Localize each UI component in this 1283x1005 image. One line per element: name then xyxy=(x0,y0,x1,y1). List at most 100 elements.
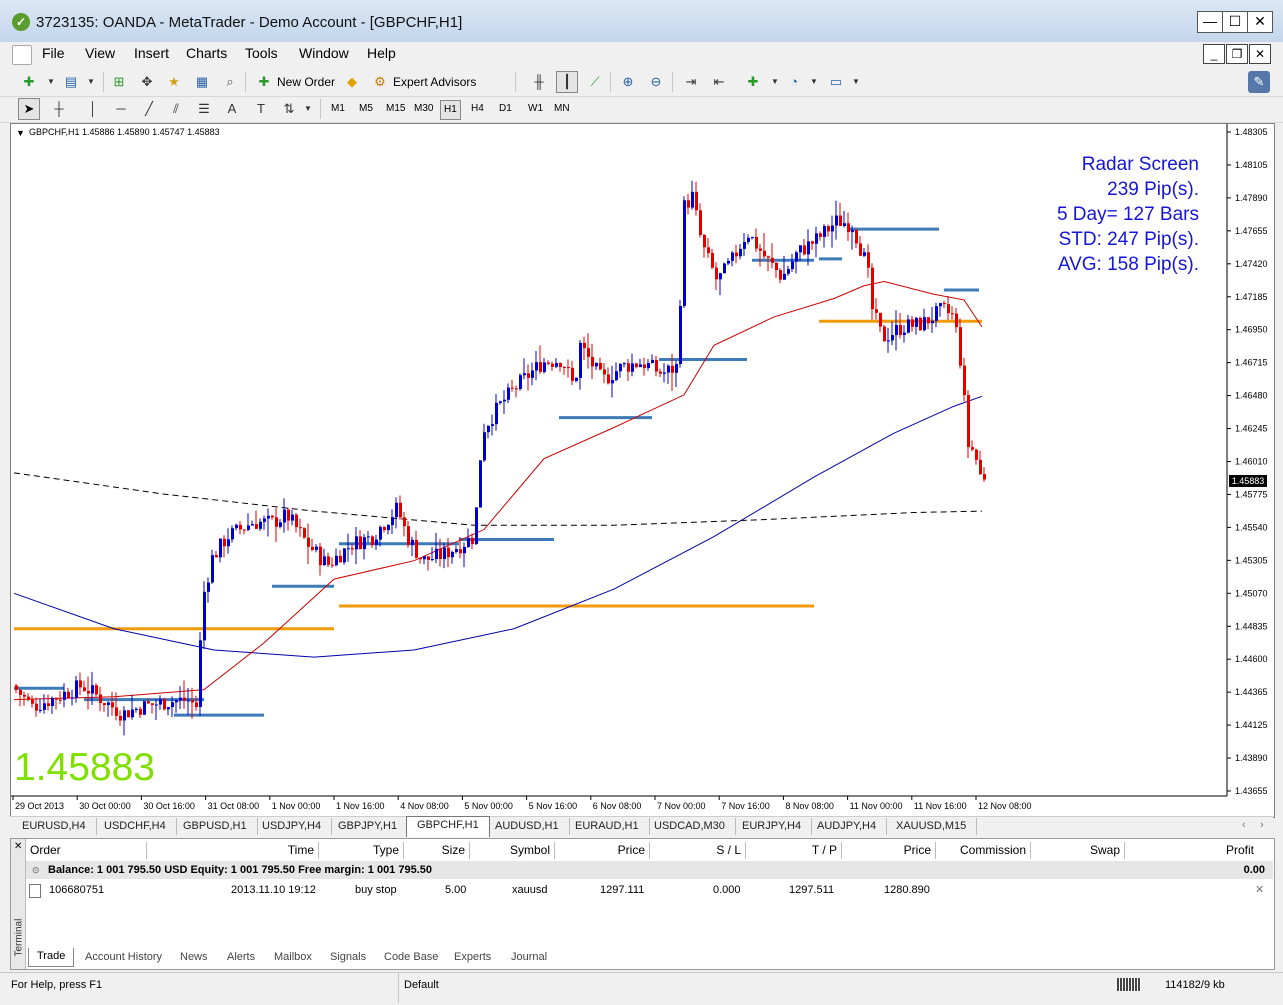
data-window-icon[interactable]: ✥ xyxy=(136,71,158,93)
chart-tab[interactable]: USDCAD,M30 xyxy=(644,818,736,835)
fibonacci-icon[interactable]: ☰ xyxy=(193,98,215,120)
expert-advisors-icon[interactable]: ⚙ xyxy=(369,71,391,93)
vertical-line-icon[interactable]: │ xyxy=(82,98,104,120)
profiles-icon[interactable]: ▤ xyxy=(60,71,82,93)
templates-icon[interactable]: ▭ xyxy=(825,71,847,93)
tab-scroll-left-icon[interactable]: ‹ xyxy=(1242,819,1246,831)
periods-clock-icon[interactable]: ◔ xyxy=(783,71,805,93)
chart-tab[interactable]: GBPJPY,H1 xyxy=(328,818,409,835)
timeframe-h4[interactable]: H4 xyxy=(468,100,487,118)
trendline-icon[interactable]: ╱ xyxy=(138,98,160,120)
column-size[interactable]: Size xyxy=(404,842,470,859)
dropdown-arrow-icon[interactable]: ▼ xyxy=(297,98,319,120)
terminal-tab-account-history[interactable]: Account History xyxy=(85,949,162,965)
column-symbol[interactable]: Symbol xyxy=(470,842,555,859)
equidistant-channel-icon[interactable]: ⫽ xyxy=(165,98,187,120)
timeframe-h1[interactable]: H1 xyxy=(440,100,461,120)
chart-window[interactable]: 1.48305 1.48105 1.47890 1.47655 1.47420 1.471… xyxy=(10,123,1275,818)
chart-tab[interactable]: AUDUSD,H1 xyxy=(485,818,570,835)
text-label-icon[interactable]: T xyxy=(250,98,272,120)
close-button[interactable]: ✕ xyxy=(1247,11,1273,33)
column-commission[interactable]: Commission xyxy=(936,842,1031,859)
menu-view[interactable]: View xyxy=(85,45,115,61)
menu-help[interactable]: Help xyxy=(367,45,396,61)
column-time[interactable]: Time xyxy=(147,842,319,859)
chart-tab[interactable]: USDJPY,H4 xyxy=(252,818,333,835)
terminal-tab-mailbox[interactable]: Mailbox xyxy=(274,949,312,965)
terminal-tab-code-base[interactable]: Code Base xyxy=(384,949,438,965)
horizontal-line-icon[interactable]: ─ xyxy=(110,98,132,120)
strategy-tester-icon[interactable]: ⌕ xyxy=(219,71,241,93)
metaeditor-icon[interactable]: ◆ xyxy=(341,71,363,93)
chart-tab-active[interactable]: GBPCHF,H1 xyxy=(406,816,490,837)
minimize-button[interactable]: — xyxy=(1197,11,1223,33)
balance-row[interactable]: ⊙ Balance: 1 001 795.50 USD Equity: 1 00… xyxy=(26,861,1273,879)
mdi-close-button[interactable]: ✕ xyxy=(1249,44,1271,64)
navigator-icon[interactable]: ★ xyxy=(163,71,185,93)
menu-window[interactable]: Window xyxy=(299,45,349,61)
dropdown-arrow-icon[interactable]: ▼ xyxy=(803,71,825,93)
terminal-tab-alerts[interactable]: Alerts xyxy=(227,949,255,965)
maximize-button[interactable]: ☐ xyxy=(1222,11,1248,33)
chart-tab[interactable]: XAUUSD,M15 xyxy=(886,818,978,835)
column-tp[interactable]: T / P xyxy=(746,842,842,859)
timeframe-m30[interactable]: M30 xyxy=(411,100,436,118)
column-swap[interactable]: Swap xyxy=(1031,842,1125,859)
text-icon[interactable]: A xyxy=(221,98,243,120)
terminal-tab-news[interactable]: News xyxy=(180,949,208,965)
chart-tab[interactable]: EURJPY,H4 xyxy=(732,818,813,835)
status-profile[interactable]: Default xyxy=(404,979,439,991)
chart-tab[interactable]: USDCHF,H4 xyxy=(94,818,177,835)
expert-advisors-button[interactable]: Expert Advisors xyxy=(393,75,476,89)
tab-scroll-right-icon[interactable]: › xyxy=(1260,819,1264,831)
terminal-tab-experts[interactable]: Experts xyxy=(454,949,491,965)
column-order[interactable]: Order xyxy=(26,842,147,859)
terminal-tab-signals[interactable]: Signals xyxy=(330,949,366,965)
timeframe-m1[interactable]: M1 xyxy=(328,100,348,118)
terminal-tab-trade[interactable]: Trade xyxy=(28,948,75,967)
dropdown-arrow-icon[interactable]: ▼ xyxy=(40,71,62,93)
timeframe-mn[interactable]: MN xyxy=(551,100,573,118)
auto-scroll-icon[interactable]: ⇥ xyxy=(680,71,702,93)
menu-charts[interactable]: Charts xyxy=(186,45,227,61)
zoom-in-icon[interactable]: ⊕ xyxy=(617,71,639,93)
dropdown-arrow-icon[interactable]: ▼ xyxy=(845,71,867,93)
zoom-out-icon[interactable]: ⊖ xyxy=(645,71,667,93)
column-price-current[interactable]: Price xyxy=(842,842,936,859)
column-sl[interactable]: S / L xyxy=(650,842,746,859)
chart-tab[interactable]: EURUSD,H4 xyxy=(12,818,97,835)
menu-insert[interactable]: Insert xyxy=(134,45,169,61)
menu-file[interactable]: File xyxy=(42,45,65,61)
delete-order-icon[interactable]: ✕ xyxy=(1255,883,1264,896)
chart-tab[interactable]: EURAUD,H1 xyxy=(565,818,650,835)
menu-tools[interactable]: Tools xyxy=(245,45,278,61)
cursor-icon[interactable]: ➤ xyxy=(18,98,40,120)
chart-tab[interactable]: GBPUSD,H1 xyxy=(173,818,258,835)
terminal-close-icon[interactable]: ✕ xyxy=(14,841,22,852)
dropdown-arrow-icon[interactable]: ▼ xyxy=(80,71,102,93)
chart-shift-icon[interactable]: ⇤ xyxy=(708,71,730,93)
candlestick-chart-icon[interactable]: ┃ xyxy=(556,71,578,93)
new-order-button[interactable]: New Order xyxy=(277,75,335,89)
column-type[interactable]: Type xyxy=(319,842,404,859)
column-profit[interactable]: Profit xyxy=(1125,842,1258,859)
line-chart-icon[interactable]: ⟋ xyxy=(584,71,606,93)
chart-tab[interactable]: AUDJPY,H4 xyxy=(807,818,888,835)
bar-chart-icon[interactable]: ╫ xyxy=(528,71,550,93)
terminal-tab-journal[interactable]: Journal xyxy=(511,949,547,965)
mdi-restore-button[interactable]: ❐ xyxy=(1226,44,1248,64)
timeframe-w1[interactable]: W1 xyxy=(525,100,546,118)
timeframe-m5[interactable]: M5 xyxy=(356,100,376,118)
mdi-minimize-button[interactable]: _ xyxy=(1203,44,1225,64)
crosshair-icon[interactable]: ┼ xyxy=(48,98,70,120)
chart-window-icon[interactable] xyxy=(12,45,32,65)
timeframe-d1[interactable]: D1 xyxy=(496,100,515,118)
new-order-icon[interactable]: ✚ xyxy=(253,71,275,93)
indicators-icon[interactable]: ✚ xyxy=(742,71,764,93)
order-row[interactable]: 106680751 2013.11.10 19:12 buy stop 5.00… xyxy=(26,881,1273,901)
terminal-icon[interactable]: ▦ xyxy=(191,71,213,93)
timeframe-m15[interactable]: M15 xyxy=(383,100,408,118)
notification-icon[interactable]: ✎ xyxy=(1248,71,1270,93)
market-watch-icon[interactable]: ⊞ xyxy=(108,71,130,93)
column-price[interactable]: Price xyxy=(555,842,650,859)
